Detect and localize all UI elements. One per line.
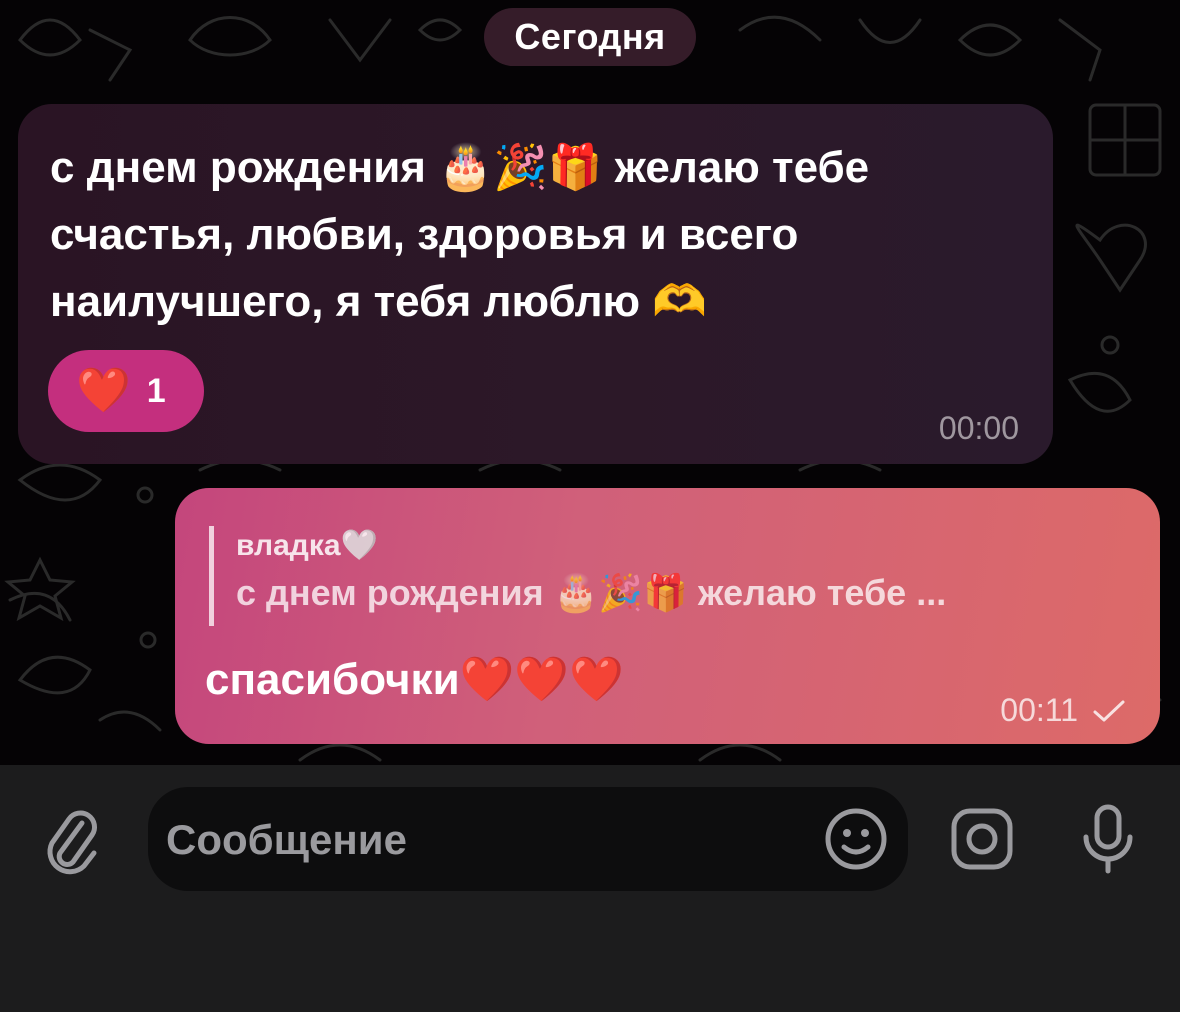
outgoing-message-text: спасибочки❤️❤️❤️ xyxy=(205,655,624,704)
check-icon xyxy=(1093,700,1125,721)
reply-quote[interactable]: владка🤍 с днем рождения 🎂🎉🎁 желаю тебе .… xyxy=(209,526,1109,626)
heart-icon: ❤️ xyxy=(76,366,131,415)
microphone-icon xyxy=(1083,804,1133,874)
reply-author: владка🤍 xyxy=(236,529,378,562)
incoming-message-text: с днем рождения 🎂🎉🎁 желаю тебе счастья, … xyxy=(50,143,870,326)
sticker-button[interactable] xyxy=(824,807,888,876)
outgoing-message[interactable]: владка🤍 с днем рождения 🎂🎉🎁 желаю тебе .… xyxy=(175,488,1160,744)
incoming-message[interactable]: с днем рождения 🎂🎉🎁 желаю тебе счастья, … xyxy=(18,104,1053,464)
outgoing-message-time: 00:11 xyxy=(1000,692,1078,728)
paperclip-icon xyxy=(47,810,97,875)
heart-reaction-button[interactable]: ❤️ 1 xyxy=(48,350,204,432)
message-input-container[interactable] xyxy=(148,787,908,893)
camera-icon xyxy=(951,808,1013,870)
date-separator: Сегодня xyxy=(484,8,696,66)
incoming-message-time: 00:00 xyxy=(938,410,1019,446)
outgoing-message-meta: 00:11 xyxy=(1000,692,1126,729)
camera-button[interactable] xyxy=(950,807,1014,876)
attach-button[interactable] xyxy=(44,805,100,882)
message-input[interactable] xyxy=(164,787,808,893)
reply-text: с днем рождения 🎂🎉🎁 желаю тебе ... xyxy=(236,572,947,613)
microphone-button[interactable] xyxy=(1080,803,1136,880)
message-composer xyxy=(0,765,1180,1012)
chat-background: Сегодня с днем рождения 🎂🎉🎁 желаю тебе с… xyxy=(0,0,1180,765)
sticker-icon xyxy=(825,808,887,870)
reaction-count: 1 xyxy=(146,371,166,410)
